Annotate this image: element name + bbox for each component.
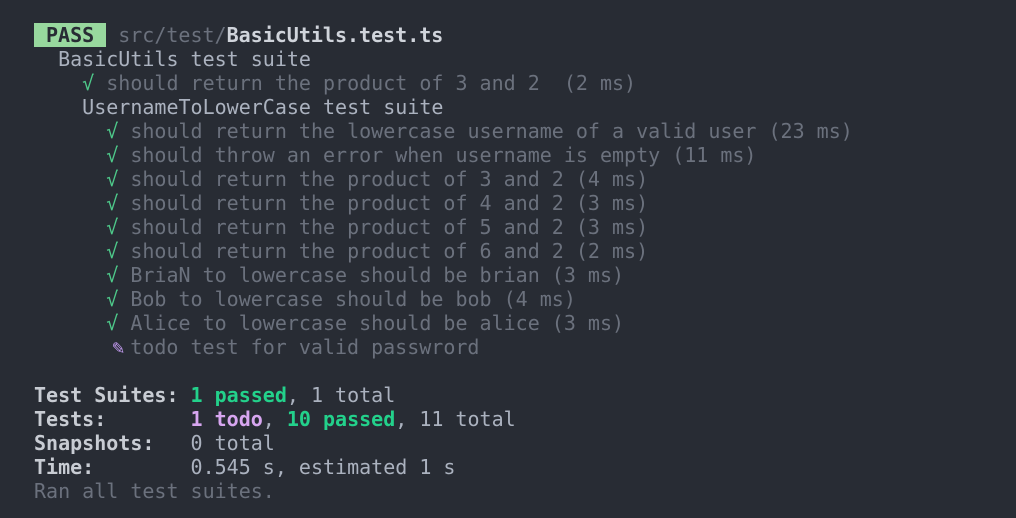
test-result: √ should return the product of 4 and 2 (… xyxy=(34,191,853,215)
separator: , xyxy=(262,407,287,431)
summary-label: Snapshots: xyxy=(34,431,191,455)
test-name: BriaN to lowercase should be brian (3 ms… xyxy=(130,263,625,287)
subsuite-title: UsernameToLowerCase test suite xyxy=(34,95,853,119)
suites-total: , 1 total xyxy=(286,383,396,407)
test-name: should throw an error when username is e… xyxy=(130,143,757,167)
suite-title: BasicUtils test suite xyxy=(34,47,853,71)
summary-tests: Tests: 1 todo, 10 passed, 11 total xyxy=(34,407,853,431)
check-icon: √ xyxy=(106,119,119,143)
test-result: √ Alice to lowercase should be alice (3 … xyxy=(34,311,853,335)
test-result: √ should return the product of 5 and 2 (… xyxy=(34,215,853,239)
tests-todo: 1 todo xyxy=(190,407,263,431)
summary-label: Tests: xyxy=(34,407,191,431)
summary-suites: Test Suites: 1 passed, 1 total xyxy=(34,383,853,407)
file-result-header: PASS src/test/BasicUtils.test.ts xyxy=(34,23,853,47)
check-icon: √ xyxy=(106,263,119,287)
test-result: √ should return the product of 3 and 2 (… xyxy=(34,71,853,95)
test-name: todo test for valid passwrord xyxy=(130,335,480,359)
check-icon: √ xyxy=(82,71,95,95)
check-icon: √ xyxy=(106,311,119,335)
check-icon: √ xyxy=(106,215,119,239)
pass-badge: PASS xyxy=(34,23,107,47)
terminal-output: PASS src/test/BasicUtils.test.ts BasicUt… xyxy=(34,23,853,503)
check-icon: √ xyxy=(106,191,119,215)
test-name: Alice to lowercase should be alice (3 ms… xyxy=(130,311,625,335)
summary-snapshots: Snapshots: 0 total xyxy=(34,431,853,455)
file-path-dir: src/test/ xyxy=(118,23,227,47)
test-name: should return the product of 6 and 2 (2 … xyxy=(130,239,649,263)
test-result: √ Bob to lowercase should be bob (4 ms) xyxy=(34,287,853,311)
pencil-icon: ✎ xyxy=(112,335,125,359)
test-name: should return the product of 4 and 2 (3 … xyxy=(130,191,649,215)
test-name: should return the lowercase username of … xyxy=(130,119,853,143)
subsuite-name: UsernameToLowerCase test suite xyxy=(82,95,444,119)
test-result: √ BriaN to lowercase should be brian (3 … xyxy=(34,263,853,287)
suite-name: BasicUtils test suite xyxy=(58,47,311,71)
suites-passed: 1 passed xyxy=(190,383,287,407)
summary-time: Time: 0.545 s, estimated 1 s xyxy=(34,455,853,479)
footer-message: Ran all test suites. xyxy=(34,479,275,503)
check-icon: √ xyxy=(106,143,119,167)
test-result: √ should return the lowercase username o… xyxy=(34,119,853,143)
file-path-name: BasicUtils.test.ts xyxy=(226,23,444,47)
time-value: 0.545 s, estimated 1 s xyxy=(190,455,456,479)
tests-total: , 11 total xyxy=(395,407,516,431)
tests-passed: 10 passed xyxy=(286,407,396,431)
test-result: √ should return the product of 3 and 2 (… xyxy=(34,167,853,191)
check-icon: √ xyxy=(106,239,119,263)
test-result: √ should return the product of 6 and 2 (… xyxy=(34,239,853,263)
test-result: ✎ todo test for valid passwrord xyxy=(34,335,853,359)
summary-label: Time: xyxy=(34,455,191,479)
test-name: Bob to lowercase should be bob (4 ms) xyxy=(130,287,576,311)
snapshots-value: 0 total xyxy=(190,431,275,455)
test-result: √ should throw an error when username is… xyxy=(34,143,853,167)
test-name: should return the product of 3 and 2 (4 … xyxy=(130,167,649,191)
summary-label: Test Suites: xyxy=(34,383,191,407)
test-name: should return the product of 5 and 2 (3 … xyxy=(130,215,649,239)
check-icon: √ xyxy=(106,287,119,311)
test-name: should return the product of 3 and 2 (2 … xyxy=(106,71,637,95)
check-icon: √ xyxy=(106,167,119,191)
